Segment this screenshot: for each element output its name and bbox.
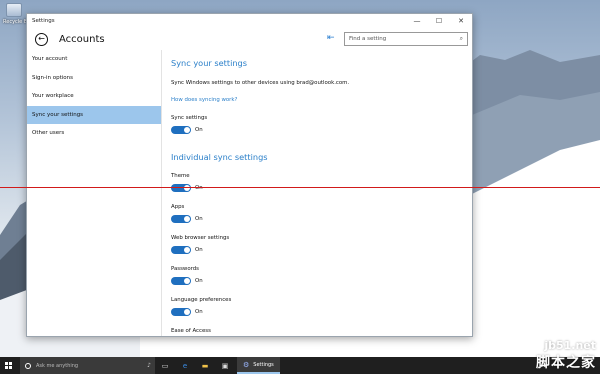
sidebar: Your account Sign-in options Your workpl… — [27, 50, 162, 336]
windows-logo-icon — [4, 362, 12, 369]
sidebar-item-sync-your-settings[interactable]: Sync your settings — [27, 105, 161, 124]
sidebar-item-sign-in-options[interactable]: Sign-in options — [27, 69, 161, 88]
store-icon[interactable]: ▣ — [215, 357, 235, 374]
page-title: Accounts — [59, 33, 105, 45]
theme-label: Theme — [171, 173, 190, 179]
apps-label: Apps — [171, 204, 185, 210]
sync-settings-label: Sync settings — [171, 115, 208, 121]
task-view-icon[interactable]: ▭ — [155, 357, 175, 374]
main-content: Sync your settings Sync Windows settings… — [171, 50, 471, 336]
watermark-site-name: 脚本之家 — [536, 355, 596, 371]
section-title-sync: Sync your settings — [171, 58, 247, 68]
taskbar-settings-app[interactable]: ⚙ Settings — [237, 357, 280, 374]
watermark-domain: jb51.net — [544, 339, 596, 352]
microphone-icon[interactable]: ♪ — [147, 362, 151, 369]
theme-toggle[interactable] — [171, 184, 191, 192]
cortana-icon — [25, 362, 31, 369]
taskbar-app-label: Settings — [253, 361, 274, 368]
maximize-button[interactable]: ☐ — [428, 14, 450, 28]
sidebar-item-your-workplace[interactable]: Your workplace — [27, 87, 161, 106]
toggle-state-label: On — [195, 216, 203, 222]
language-preferences-label: Language preferences — [171, 297, 232, 303]
section-title-individual: Individual sync settings — [171, 152, 268, 162]
watermark: jb51.net 脚本之家 — [536, 339, 596, 372]
apps-toggle-row: On — [171, 215, 203, 223]
title-bar[interactable]: Settings — ☐ ✕ — [27, 14, 472, 28]
minimize-button[interactable]: — — [406, 14, 428, 28]
web-browser-settings-label: Web browser settings — [171, 235, 230, 241]
language-toggle-row: On — [171, 308, 203, 316]
cortana-search-box[interactable]: Ask me anything ♪ — [20, 357, 155, 374]
passwords-toggle-row: On — [171, 277, 203, 285]
search-placeholder: Find a setting — [349, 36, 387, 42]
settings-window: Settings — ☐ ✕ ← Accounts ⇤ Find a setti… — [26, 13, 473, 337]
sync-description: Sync Windows settings to other devices u… — [171, 80, 350, 86]
sidebar-item-your-account[interactable]: Your account — [27, 50, 161, 69]
toggle-state-label: On — [195, 127, 203, 133]
syncing-help-link[interactable]: How does syncing work? — [171, 97, 237, 103]
passwords-toggle[interactable] — [171, 277, 191, 285]
toggle-state-label: On — [195, 309, 203, 315]
web-browser-toggle-row: On — [171, 246, 203, 254]
gear-icon: ⚙ — [243, 360, 250, 369]
sync-settings-toggle[interactable] — [171, 126, 191, 134]
file-explorer-icon[interactable]: ▬ — [195, 357, 215, 374]
recycle-bin-icon-image — [6, 3, 22, 17]
sidebar-item-other-users[interactable]: Other users — [27, 124, 161, 143]
settings-body: Your account Sign-in options Your workpl… — [27, 50, 472, 336]
toggle-state-label: On — [195, 185, 203, 191]
taskbar: Ask me anything ♪ ▭ e ▬ ▣ ⚙ Settings — [0, 357, 600, 374]
recycle-bin-icon[interactable]: Recycle Bin — [3, 3, 32, 25]
passwords-label: Passwords — [171, 266, 199, 272]
toggle-state-label: On — [195, 278, 203, 284]
close-button[interactable]: ✕ — [450, 14, 472, 28]
desktop-icon-label: Recycle Bin — [3, 19, 32, 25]
red-guide-line — [0, 187, 600, 188]
edge-browser-icon[interactable]: e — [175, 357, 195, 374]
search-input[interactable]: Find a setting ⌕ — [344, 32, 468, 46]
page-header: ← Accounts ⇤ Find a setting ⌕ — [27, 28, 472, 50]
web-browser-settings-toggle[interactable] — [171, 246, 191, 254]
ease-of-access-label: Ease of Access — [171, 328, 211, 334]
toggle-state-label: On — [195, 247, 203, 253]
search-icon: ⌕ — [459, 35, 463, 42]
back-arrow-icon[interactable]: ← — [35, 32, 48, 46]
apps-toggle[interactable] — [171, 215, 191, 223]
sync-settings-toggle-row: On — [171, 126, 203, 134]
cortana-placeholder: Ask me anything — [36, 362, 79, 369]
start-button[interactable] — [0, 357, 16, 374]
pin-to-start-icon[interactable]: ⇤ — [327, 33, 335, 43]
window-title: Settings — [32, 18, 55, 24]
window-controls: — ☐ ✕ — [406, 14, 472, 28]
language-preferences-toggle[interactable] — [171, 308, 191, 316]
theme-toggle-row: On — [171, 184, 203, 192]
